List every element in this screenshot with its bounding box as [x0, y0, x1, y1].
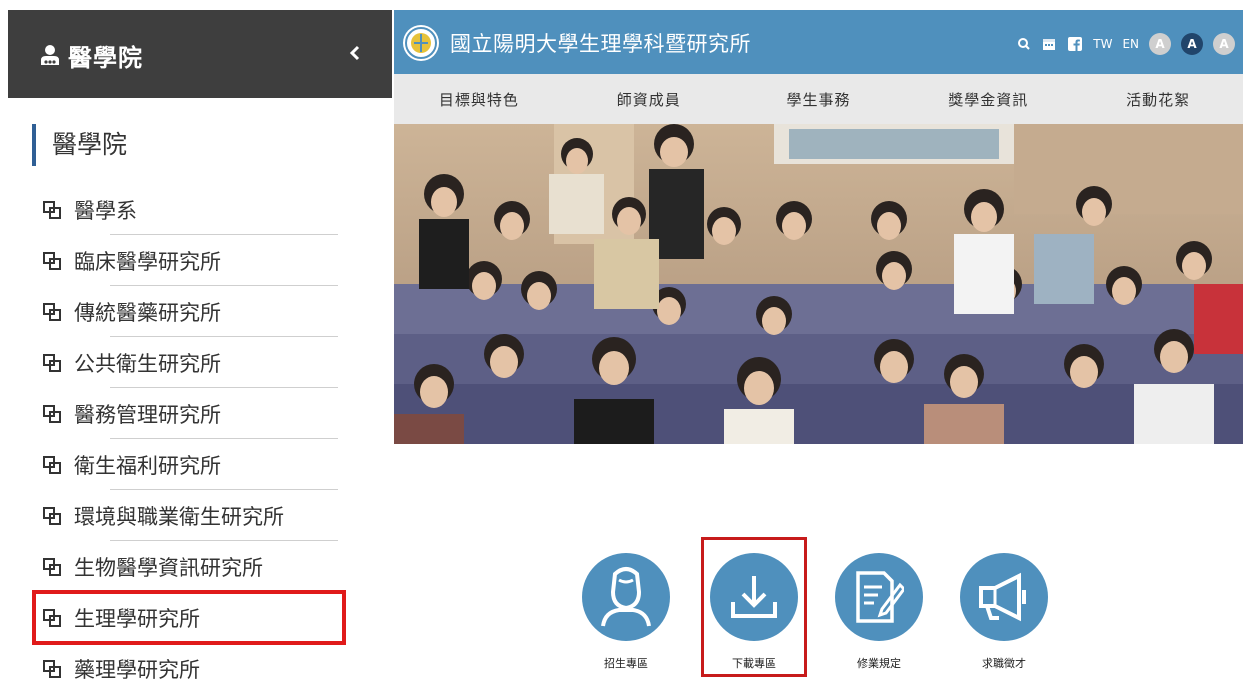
header-tools: TW EN A A A	[1017, 33, 1235, 55]
hero-group-photo	[394, 124, 1243, 444]
document-edit-icon	[856, 571, 904, 623]
calendar-icon[interactable]	[1041, 36, 1057, 52]
search-icon[interactable]	[1017, 37, 1031, 51]
font-size-large-button[interactable]: A	[1213, 33, 1235, 55]
nav-item[interactable]: 學生事務	[734, 89, 904, 110]
font-size-small-button[interactable]: A	[1149, 33, 1171, 55]
copy-link-icon	[43, 200, 61, 219]
sidebar-item-label: 生理學研究所	[74, 606, 200, 631]
copy-link-icon	[43, 557, 61, 576]
sidebar: 醫學院 醫學院 醫學系 臨床醫學研究所 傳統醫藥研究所 公共衛生研究所 醫務管理…	[0, 0, 392, 682]
main-nav: 目標與特色 師資成員 學生事務 獎學金資訊 活動花絮	[394, 74, 1243, 124]
font-size-medium-button[interactable]: A	[1181, 33, 1203, 55]
sidebar-title: 醫學院	[68, 44, 143, 72]
sidebar-item[interactable]: 公共衛生研究所	[42, 337, 338, 388]
chevron-left-icon[interactable]	[346, 44, 364, 62]
sidebar-item-label: 環境與職業衛生研究所	[74, 504, 284, 529]
copy-link-icon	[43, 506, 61, 525]
sidebar-item[interactable]: 藥理學研究所	[42, 643, 338, 682]
sidebar-item[interactable]: 生物醫學資訊研究所	[42, 541, 338, 592]
quick-link-regulations[interactable]: 修業規定	[829, 548, 929, 671]
sidebar-item-label: 醫務管理研究所	[74, 402, 221, 427]
quick-link-label: 招生專區	[604, 657, 648, 670]
copy-link-icon	[43, 251, 61, 270]
nav-item[interactable]: 目標與特色	[394, 89, 564, 110]
site-header: 國立陽明大學生理學科暨研究所 TW EN A A A	[394, 10, 1243, 74]
nav-item[interactable]: 師資成員	[564, 89, 734, 110]
copy-link-icon	[43, 608, 61, 627]
sidebar-header: 醫學院	[8, 10, 392, 98]
site-title[interactable]: 國立陽明大學生理學科暨研究所	[450, 28, 751, 58]
copy-link-icon	[43, 353, 61, 372]
sidebar-item-highlighted[interactable]: 生理學研究所	[32, 590, 346, 645]
sidebar-item[interactable]: 傳統醫藥研究所	[42, 286, 338, 337]
university-logo[interactable]	[402, 24, 440, 62]
sidebar-section-heading: 醫學院	[32, 124, 127, 166]
person-icon	[601, 567, 651, 627]
sidebar-item[interactable]: 醫學系	[42, 184, 338, 235]
lang-en-link[interactable]: EN	[1122, 37, 1139, 51]
quick-link-label: 下載專區	[732, 657, 776, 670]
quick-link-jobs[interactable]: 求職徵才	[954, 548, 1054, 671]
copy-link-icon	[43, 404, 61, 423]
copy-link-icon	[43, 302, 61, 321]
sidebar-item-label: 臨床醫學研究所	[74, 249, 221, 274]
quick-link-label: 修業規定	[857, 657, 901, 670]
sidebar-menu: 醫學系 臨床醫學研究所 傳統醫藥研究所 公共衛生研究所 醫務管理研究所 衛生福利…	[32, 184, 346, 682]
quick-link-downloads[interactable]: 下載專區	[701, 537, 807, 677]
copy-link-icon	[43, 659, 61, 678]
sidebar-item-label: 衛生福利研究所	[74, 453, 221, 478]
sidebar-item-label: 醫學系	[74, 198, 137, 223]
lang-tw-link[interactable]: TW	[1093, 37, 1112, 51]
sidebar-item[interactable]: 醫務管理研究所	[42, 388, 338, 439]
quick-link-admissions[interactable]: 招生專區	[576, 548, 676, 671]
sidebar-item-label: 生物醫學資訊研究所	[74, 555, 263, 580]
nav-item[interactable]: 活動花絮	[1073, 89, 1243, 110]
nav-item[interactable]: 獎學金資訊	[903, 89, 1073, 110]
sidebar-item[interactable]: 衛生福利研究所	[42, 439, 338, 490]
megaphone-icon	[979, 572, 1026, 622]
sidebar-item[interactable]: 環境與職業衛生研究所	[42, 490, 338, 541]
download-icon	[731, 576, 777, 618]
facebook-icon[interactable]	[1067, 36, 1083, 52]
sidebar-item-label: 公共衛生研究所	[74, 351, 221, 376]
sidebar-item-label: 藥理學研究所	[74, 657, 200, 682]
sidebar-item[interactable]: 臨床醫學研究所	[42, 235, 338, 286]
group-photo-image	[394, 124, 1243, 444]
copy-link-icon	[43, 455, 61, 474]
sidebar-item-label: 傳統醫藥研究所	[74, 300, 221, 325]
quick-link-label: 求職徵才	[982, 657, 1026, 670]
user-group-icon	[41, 45, 59, 65]
quick-links: 招生專區 下載專區 修業規定 求職徵才	[576, 537, 1056, 678]
